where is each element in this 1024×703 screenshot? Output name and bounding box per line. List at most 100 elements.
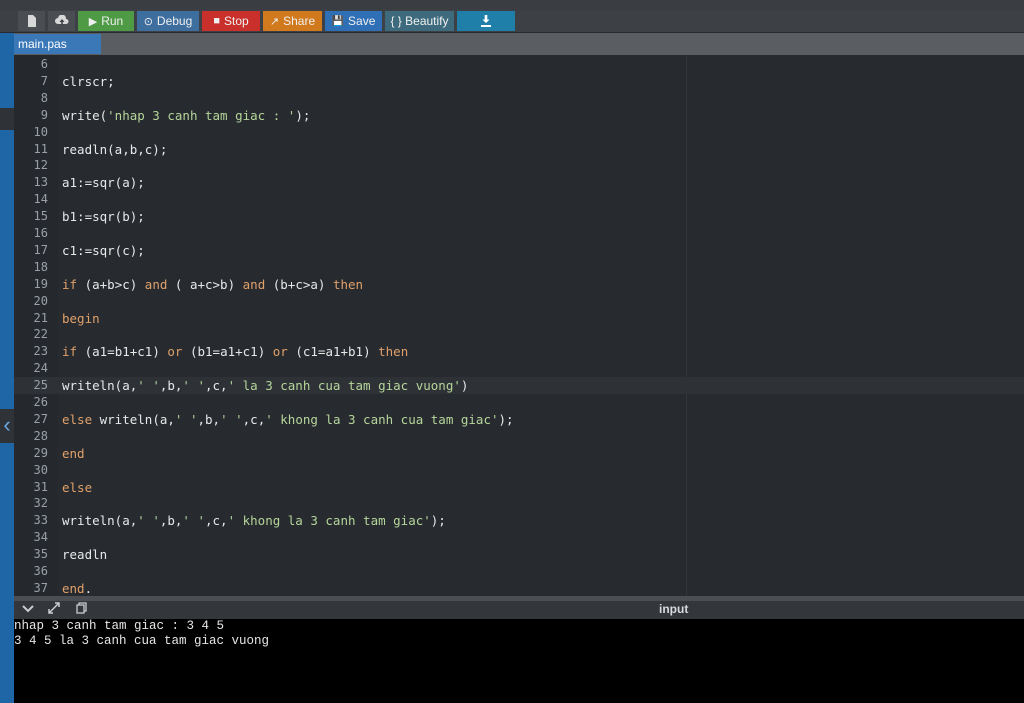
file-icon[interactable] — [18, 11, 45, 31]
code-line[interactable]: 11 readln(a,b,c); — [14, 141, 1024, 158]
line-number: 31 — [33, 479, 48, 494]
chevron-down-icon[interactable] — [22, 601, 34, 619]
code-text: begin — [62, 310, 100, 326]
code-text: if (a1=b1+c1) or (b1=a1+c1) or (c1=a1+b1… — [62, 344, 409, 360]
collapse-left-icon[interactable]: ‹ — [0, 409, 14, 443]
share-icon: ↗ — [269, 15, 280, 28]
line-number: 12 — [33, 158, 48, 173]
code-text: a1:=sqr(a); — [62, 175, 145, 191]
line-number: 27 — [33, 411, 48, 426]
debug-button[interactable]: ⊙ Debug — [137, 11, 199, 31]
line-number: 23 — [33, 344, 48, 359]
code-text: readln — [62, 547, 108, 563]
line-number: 17 — [33, 242, 48, 257]
line-number: 37 — [33, 580, 48, 595]
share-button[interactable]: ↗ Share — [263, 11, 322, 31]
code-text: else — [62, 479, 93, 495]
code-line[interactable]: 30 — [14, 462, 1024, 479]
code-line[interactable]: 27 else writeln(a,' ',b,' ',c,' khong la … — [14, 411, 1024, 428]
code-line[interactable]: 23 if (a1=b1+c1) or (b1=a1+c1) or (c1=a1+… — [14, 343, 1024, 360]
code-line[interactable]: 34 — [14, 529, 1024, 546]
code-line[interactable]: 6 — [14, 56, 1024, 73]
code-line[interactable]: 37 end. — [14, 580, 1024, 596]
code-line[interactable]: 16 — [14, 225, 1024, 242]
output-panel-header: input — [14, 601, 1024, 619]
tab-main-pas[interactable]: main.pas — [14, 34, 101, 54]
code-text: writeln(a,' ',b,' ',c,' khong la 3 canh … — [62, 513, 446, 529]
code-line[interactable]: 17 c1:=sqr(c); — [14, 242, 1024, 259]
code-line[interactable]: 25 writeln(a,' ',b,' ',c,' la 3 canh cua … — [14, 377, 1024, 395]
run-button[interactable]: ▶ Run — [78, 11, 134, 31]
code-editor[interactable]: 6 7 clrscr; 8 9 write('nhap 3 canh tam giac :… — [14, 55, 1024, 596]
line-number: 18 — [33, 259, 48, 274]
code-text: end — [62, 445, 85, 461]
code-line[interactable]: 31 else — [14, 479, 1024, 496]
code-line[interactable]: 26 — [14, 394, 1024, 411]
code-line[interactable]: 13 a1:=sqr(a); — [14, 174, 1024, 191]
code-line[interactable]: 21 begin — [14, 310, 1024, 327]
upload-icon[interactable] — [48, 11, 75, 31]
code-line[interactable]: 10 — [14, 124, 1024, 141]
code-line[interactable]: 9 write('nhap 3 canh tam giac : '); — [14, 107, 1024, 124]
stop-icon: ■ — [213, 15, 220, 27]
stop-button[interactable]: ■ Stop — [202, 11, 260, 31]
line-number: 30 — [33, 462, 48, 477]
line-number: 7 — [40, 73, 48, 88]
code-line[interactable]: 7 clrscr; — [14, 73, 1024, 90]
code-line[interactable]: 20 — [14, 293, 1024, 310]
code-text: end. — [62, 580, 93, 596]
line-number: 29 — [33, 445, 48, 460]
line-number: 8 — [40, 90, 48, 105]
code-line[interactable]: 19 if (a+b>c) and ( a+c>b) and (b+c>a) th… — [14, 276, 1024, 293]
code-line[interactable]: 36 — [14, 563, 1024, 580]
save-icon: 💾 — [331, 15, 345, 27]
code-line[interactable]: 35 readln — [14, 546, 1024, 563]
code-text: b1:=sqr(b); — [62, 209, 145, 225]
output-console[interactable]: nhap 3 canh tam giac : 3 4 5 3 4 5 la 3 … — [14, 619, 1024, 703]
debug-icon: ⊙ — [143, 15, 153, 28]
code-line[interactable]: 24 — [14, 360, 1024, 377]
code-line[interactable]: 22 — [14, 326, 1024, 343]
line-number: 11 — [33, 141, 48, 156]
code-text: clrscr; — [62, 73, 115, 89]
line-number: 35 — [33, 547, 48, 562]
console-line: nhap 3 canh tam giac : 3 4 5 — [14, 619, 225, 633]
code-text: write('nhap 3 canh tam giac : '); — [62, 107, 311, 123]
code-text: c1:=sqr(c); — [62, 242, 145, 258]
line-number: 15 — [33, 209, 48, 224]
line-number: 28 — [33, 428, 48, 443]
code-line[interactable]: 28 — [14, 428, 1024, 445]
line-number: 33 — [33, 513, 48, 528]
copy-icon[interactable] — [76, 601, 87, 619]
beautify-button[interactable]: { } Beautify — [385, 11, 454, 31]
save-button[interactable]: 💾 Save — [325, 11, 382, 31]
code-text: if (a+b>c) and ( a+c>b) and (b+c>a) then — [62, 276, 364, 292]
code-line[interactable]: 15 b1:=sqr(b); — [14, 208, 1024, 225]
line-number: 32 — [33, 496, 48, 511]
code-line[interactable]: 8 — [14, 90, 1024, 107]
line-number: 19 — [33, 276, 48, 291]
code-line[interactable]: 12 — [14, 157, 1024, 174]
code-line[interactable]: 29 end — [14, 445, 1024, 462]
line-number: 6 — [40, 57, 48, 71]
code-line[interactable]: 32 — [14, 495, 1024, 512]
file-tab-bar: main.pas — [14, 33, 1024, 55]
output-panel-title: input — [659, 602, 689, 616]
play-icon: ▶ — [88, 15, 98, 28]
code-line[interactable]: 14 — [14, 191, 1024, 208]
line-number: 10 — [33, 124, 48, 139]
top-strip — [0, 0, 1024, 10]
line-number: 14 — [33, 192, 48, 207]
code-text: else writeln(a,' ',b,' ',c,' khong la 3 … — [62, 411, 514, 427]
line-number: 34 — [33, 530, 48, 545]
line-number: 25 — [33, 378, 48, 393]
code-line[interactable]: 18 — [14, 259, 1024, 276]
download-button[interactable] — [457, 11, 515, 31]
code-line[interactable]: 33 writeln(a,' ',b,' ',c,' khong la 3 can… — [14, 512, 1024, 529]
side-panel-strip: ‹ — [0, 33, 14, 703]
line-number: 26 — [33, 395, 48, 409]
line-number: 16 — [33, 226, 48, 240]
line-number: 36 — [33, 564, 48, 578]
expand-icon[interactable] — [48, 601, 60, 619]
line-number: 21 — [33, 310, 48, 325]
